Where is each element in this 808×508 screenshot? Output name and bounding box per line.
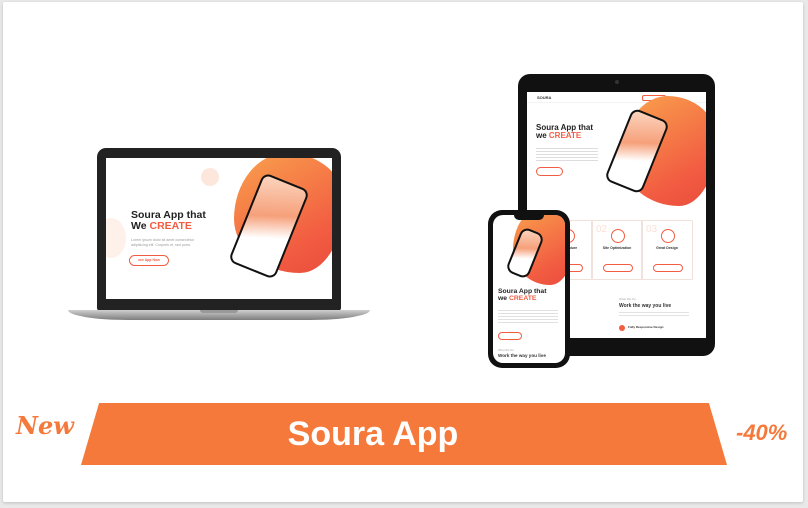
feature-icon — [661, 229, 675, 243]
tablet-section-text — [619, 312, 689, 318]
tablet-section-title: Work the way you live — [619, 303, 672, 309]
laptop-screen: Soura App that We CREATE Lorem ipsum dol… — [106, 158, 332, 299]
tablet-cta-button[interactable] — [536, 167, 563, 176]
tablet-headline: Soura App that we CREATE — [536, 123, 594, 141]
laptop-body-text: Lorem ipsum dolor sit amet consectetur a… — [131, 238, 194, 247]
see-app-button[interactable]: see App Now — [129, 255, 169, 266]
phone-section-title: Work the way you live — [498, 353, 546, 358]
phone-screen: Soura App that we CREATE What We Do Work… — [493, 215, 565, 363]
laptop-headline: Soura App that We CREATE — [131, 209, 206, 233]
phone-cta-button[interactable] — [498, 332, 522, 340]
feature-icon — [611, 229, 625, 243]
product-title: Soura App — [287, 415, 459, 453]
tablet-body-text — [536, 148, 598, 162]
tablet-item-icon — [619, 325, 625, 331]
feature-title: Great Design — [656, 246, 678, 250]
tablet-section-kicker: What We Do — [619, 297, 636, 301]
decor-shape — [106, 218, 126, 258]
laptop-notch — [200, 310, 238, 313]
discount-badge: -40% — [736, 420, 788, 445]
feature-number: 02 — [596, 224, 608, 235]
phone-notch — [514, 215, 544, 220]
feature-button[interactable] — [653, 264, 683, 272]
feature-title: Site Optimization — [602, 246, 632, 250]
feature-number: 03 — [646, 224, 658, 235]
phone-kicker: What We Do — [498, 348, 514, 352]
tablet-feature-3: 03 Great Design — [641, 220, 693, 280]
tablet-brand[interactable]: SOURA — [537, 95, 551, 100]
tablet-camera — [615, 80, 619, 84]
phone-body-text — [498, 310, 558, 324]
tablet-feature-2: 02 Site Optimization — [591, 220, 643, 280]
tablet-item-title: Fully Responsive Design — [628, 325, 664, 329]
new-badge: New — [16, 411, 74, 440]
phone-headline: Soura App that we CREATE — [498, 288, 547, 303]
feature-button[interactable] — [603, 264, 633, 272]
decor-circle — [201, 168, 219, 186]
